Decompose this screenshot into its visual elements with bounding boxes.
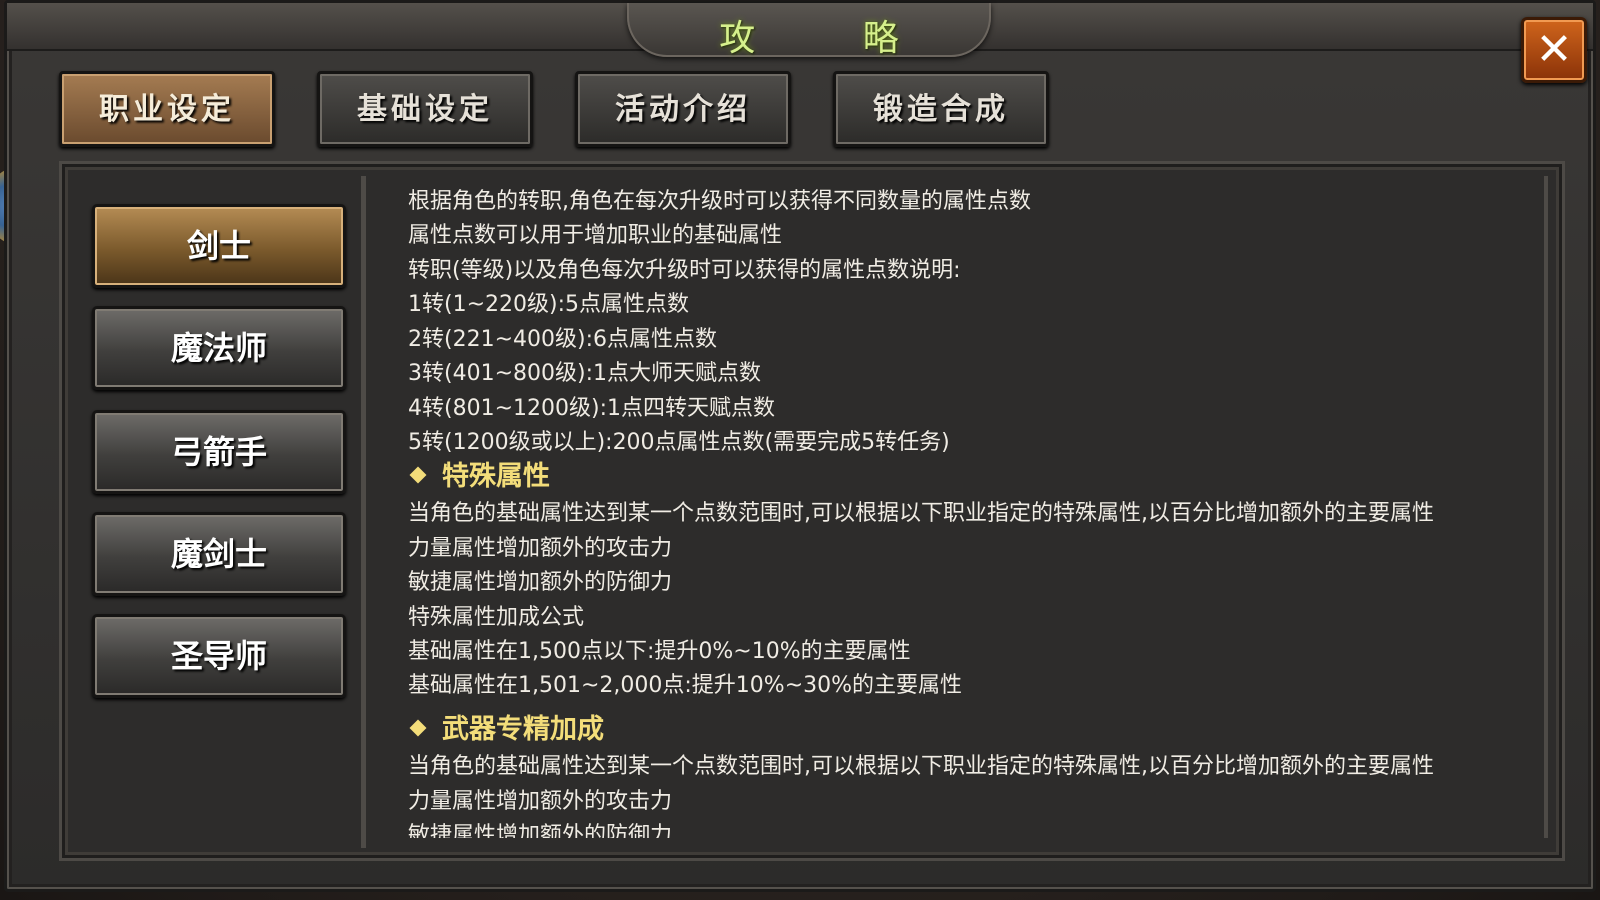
tab-forging[interactable]: 锻造合成 [833,71,1049,147]
intro-line: 1转(1~220级):5点属性点数 [408,292,689,317]
special-line: 力量属性增加额外的攻击力 [408,536,673,561]
weapon-line: 当角色的基础属性达到某一个点数范围时,可以根据以下职业指定的特殊属性,以百分比增… [408,754,1434,779]
guide-window: 攻 略 ✕ 职业设定 基础设定 活动介绍 锻造合成 剑士 魔法师 弓箭手 魔剑士… [4,0,1596,892]
weapon-line: 力量属性增加额外的攻击力 [408,789,673,814]
intro-line: 2转(221~400级):6点属性点数 [408,327,717,352]
intro-line: 3转(401~800级):1点大师天赋点数 [408,361,761,386]
special-heading-text: 特殊属性 [442,461,550,492]
section-heading-weapon: 武器专精加成 [408,713,604,747]
special-line: 当角色的基础属性达到某一个点数范围时,可以根据以下职业指定的特殊属性,以百分比增… [408,501,1434,526]
intro-line: 属性点数可以用于增加职业的基础属性 [408,223,783,248]
section-heading-special: 特殊属性 [408,460,550,494]
class-list: 剑士 魔法师 弓箭手 魔剑士 圣导师 [74,176,366,848]
tab-event-intro[interactable]: 活动介绍 [575,71,791,147]
special-line: 基础属性在1,501~2,000点:提升10%~30%的主要属性 [408,673,963,698]
window-title: 攻 略 [719,18,947,59]
guide-panel: 剑士 魔法师 弓箭手 魔剑士 圣导师 根据角色的转职,角色在每次升级时可以获得不… [59,161,1565,861]
intro-line: 转职(等级)以及角色每次升级时可以获得的属性点数说明: [408,258,961,283]
class-button-archer[interactable]: 弓箭手 [92,410,346,494]
special-line: 特殊属性加成公式 [408,605,585,630]
special-line: 基础属性在1,500点以下:提升0%~10%的主要属性 [408,639,911,664]
close-button[interactable]: ✕ [1521,17,1587,83]
intro-line: 5转(1200级或以上):200点属性点数(需要完成5转任务) [408,430,950,455]
class-button-summoner[interactable]: 圣导师 [92,614,346,698]
tab-basic-settings[interactable]: 基础设定 [317,71,533,147]
game-screen: 攻 略 ✕ 职业设定 基础设定 活动介绍 锻造合成 剑士 魔法师 弓箭手 魔剑士… [0,0,1600,900]
intro-line: 根据角色的转职,角色在每次升级时可以获得不同数量的属性点数 [408,189,1031,214]
class-button-swordsman[interactable]: 剑士 [92,204,346,288]
guide-content[interactable]: 根据角色的转职,角色在每次升级时可以获得不同数量的属性点数 属性点数可以用于增加… [374,176,1548,838]
class-button-magic-swordsman[interactable]: 魔剑士 [92,512,346,596]
weapon-line: 敏捷属性增加额外的防御力 [408,823,673,838]
diamond-bullet-icon [409,719,427,737]
tab-class-settings[interactable]: 职业设定 [59,71,275,147]
intro-line: 4转(801~1200级):1点四转天赋点数 [408,396,775,421]
title-plate: 攻 略 [627,3,991,59]
close-icon: ✕ [1535,24,1573,75]
weapon-heading-text: 武器专精加成 [442,714,604,745]
class-button-mage[interactable]: 魔法师 [92,306,346,390]
special-line: 敏捷属性增加额外的防御力 [408,570,673,595]
diamond-bullet-icon [409,466,427,484]
